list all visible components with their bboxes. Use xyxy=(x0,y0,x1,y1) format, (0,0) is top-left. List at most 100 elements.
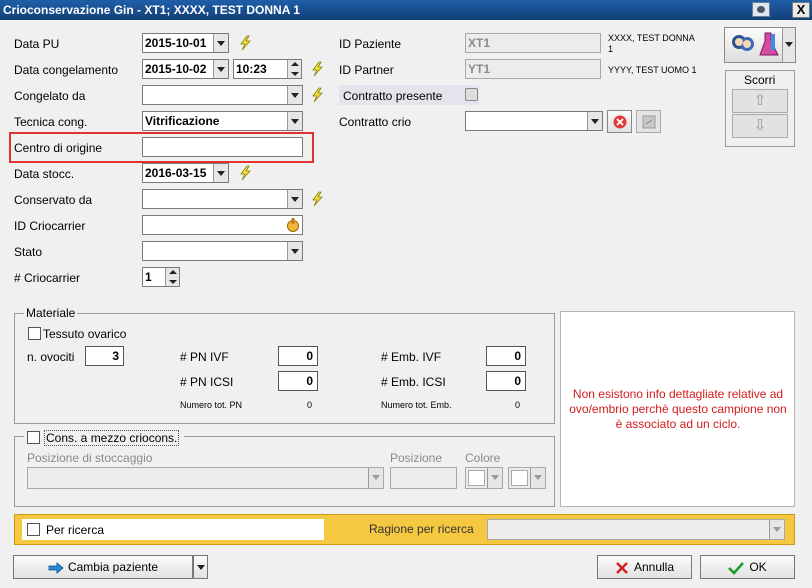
scroll-down-button[interactable]: ⇩ xyxy=(732,114,788,138)
centro-origine-input[interactable] xyxy=(142,137,303,157)
patient-lab-button[interactable] xyxy=(724,27,796,63)
clear-contratto-button[interactable] xyxy=(607,110,632,133)
colore-select-1[interactable] xyxy=(465,467,503,489)
close-button[interactable]: X xyxy=(792,2,810,18)
data-pu-input[interactable]: 2015-10-01 xyxy=(142,33,229,53)
num-criocarrier-spinner[interactable] xyxy=(165,268,179,286)
contratto-crio-label: Contratto crio xyxy=(339,115,412,129)
lightning-icon[interactable] xyxy=(237,35,253,51)
stato-select[interactable] xyxy=(142,241,303,261)
window-title: Crioconservazione Gin - XT1; XXXX, TEST … xyxy=(3,3,300,17)
cambia-paziente-dropdown[interactable] xyxy=(193,555,208,579)
ragione-ricerca-label: Ragione per ricerca xyxy=(369,522,474,536)
id-partner-value: YT1 xyxy=(468,62,491,76)
data-congelamento-value: 2015-10-02 xyxy=(145,62,207,76)
posizione-stoccaggio-select[interactable] xyxy=(27,467,384,489)
conservato-da-dropdown-arrow[interactable] xyxy=(287,190,302,208)
numero-tot-pn-label: Numero tot. PN xyxy=(180,400,243,410)
annulla-button[interactable]: Annulla xyxy=(597,555,692,579)
lightning-icon[interactable] xyxy=(309,191,325,207)
id-criocarrier-label: ID Criocarrier xyxy=(14,219,86,233)
num-criocarrier-value: 1 xyxy=(145,270,152,284)
patient-lab-dropdown-arrow[interactable] xyxy=(782,28,795,62)
posizione-stoccaggio-dropdown-arrow[interactable] xyxy=(368,468,383,488)
emb-icsi-input[interactable]: 0 xyxy=(486,371,526,391)
cambia-paziente-button[interactable]: Cambia paziente xyxy=(13,555,193,579)
lookup-icon[interactable] xyxy=(285,217,301,233)
open-contratto-button[interactable] xyxy=(636,110,661,133)
paziente-name-line2: 1 xyxy=(608,44,614,54)
data-pu-dropdown-arrow[interactable] xyxy=(213,34,228,52)
document-icon xyxy=(642,115,656,129)
cambia-paziente-label: Cambia paziente xyxy=(67,560,159,574)
materiale-legend: Materiale xyxy=(24,306,78,320)
lightning-icon[interactable] xyxy=(309,87,325,103)
colore-swatch-1 xyxy=(468,470,485,486)
id-partner-input: YT1 xyxy=(465,59,601,79)
scroll-up-button[interactable]: ⇧ xyxy=(732,89,788,113)
lightning-icon[interactable] xyxy=(237,165,253,181)
colore-select-2[interactable] xyxy=(508,467,546,489)
ok-label: OK xyxy=(749,560,767,574)
arrow-down-icon: ⇩ xyxy=(753,117,767,134)
window-title-bar: Crioconservazione Gin - XT1; XXXX, TEST … xyxy=(0,0,812,20)
ok-button[interactable]: OK xyxy=(700,555,795,579)
posizione-input[interactable] xyxy=(390,467,457,489)
posizione-stoccaggio-label: Posizione di stoccaggio xyxy=(27,451,153,465)
id-criocarrier-input[interactable] xyxy=(142,215,303,235)
ragione-ricerca-dropdown-arrow[interactable] xyxy=(769,520,784,539)
tecnica-cong-dropdown-arrow[interactable] xyxy=(287,112,302,130)
info-message: Non esistono info dettagliate relative a… xyxy=(569,387,787,431)
ragione-ricerca-select[interactable] xyxy=(487,519,785,540)
stato-dropdown-arrow[interactable] xyxy=(287,242,302,260)
chevron-down-icon xyxy=(197,565,205,570)
per-ricerca-label: Per ricerca xyxy=(46,523,105,537)
contratto-presente-label: Contratto presente xyxy=(343,89,443,103)
colore-dropdown-arrow-2[interactable] xyxy=(530,468,545,488)
n-ovociti-label: n. ovociti xyxy=(27,350,75,364)
paziente-name-line1: XXXX, TEST DONNA xyxy=(608,33,695,43)
congelato-da-label: Congelato da xyxy=(14,89,86,103)
colore-dropdown-arrow-1[interactable] xyxy=(487,468,502,488)
data-stocc-label: Data stocc. xyxy=(14,167,75,181)
data-congelamento-label: Data congelamento xyxy=(14,63,119,77)
data-stocc-input[interactable]: 2016-03-15 xyxy=(142,163,229,183)
lightning-icon[interactable] xyxy=(309,61,325,77)
n-ovociti-input[interactable]: 3 xyxy=(85,346,124,366)
tecnica-cong-select[interactable]: Vitrificazione xyxy=(142,111,303,131)
id-partner-label: ID Partner xyxy=(339,63,394,77)
id-paziente-value: XT1 xyxy=(468,36,491,50)
partner-name: YYYY, TEST UOMO 1 xyxy=(608,65,697,75)
numero-tot-emb-value: 0 xyxy=(515,400,521,410)
contratto-crio-select[interactable] xyxy=(465,111,603,131)
checkmark-icon xyxy=(728,561,745,575)
num-criocarrier-label: # Criocarrier xyxy=(14,271,81,285)
arrow-up-icon: ⇧ xyxy=(753,92,767,109)
contratto-crio-dropdown-arrow[interactable] xyxy=(587,112,602,130)
data-stocc-dropdown-arrow[interactable] xyxy=(213,164,228,182)
contratto-presente-checkbox[interactable] xyxy=(465,88,478,101)
data-congelamento-dropdown-arrow[interactable] xyxy=(213,60,228,78)
ora-congelamento-input[interactable]: 10:23 xyxy=(233,59,302,79)
close-icon xyxy=(616,561,628,574)
ora-congelamento-spinner[interactable] xyxy=(287,60,301,78)
conservato-da-label: Conservato da xyxy=(14,193,93,207)
ora-congelamento-value: 10:23 xyxy=(236,62,267,76)
delete-icon xyxy=(613,115,627,129)
people-icon xyxy=(732,35,754,51)
id-paziente-label: ID Paziente xyxy=(339,37,402,51)
criocons-checkbox[interactable] xyxy=(27,431,40,444)
emb-ivf-input[interactable]: 0 xyxy=(486,346,526,366)
num-criocarrier-stepper[interactable]: 1 xyxy=(142,267,180,287)
tecnica-cong-value: Vitrificazione xyxy=(145,114,220,128)
congelato-da-dropdown-arrow[interactable] xyxy=(287,86,302,104)
pn-icsi-input[interactable]: 0 xyxy=(278,371,318,391)
pn-ivf-input[interactable]: 0 xyxy=(278,346,318,366)
per-ricerca-checkbox[interactable] xyxy=(27,523,40,536)
camera-icon[interactable] xyxy=(752,2,770,17)
conservato-da-select[interactable] xyxy=(142,189,303,209)
congelato-da-select[interactable] xyxy=(142,85,303,105)
data-congelamento-input[interactable]: 2015-10-02 xyxy=(142,59,229,79)
tessuto-ovarico-checkbox[interactable] xyxy=(28,327,41,340)
numero-tot-pn-value: 0 xyxy=(307,400,313,410)
